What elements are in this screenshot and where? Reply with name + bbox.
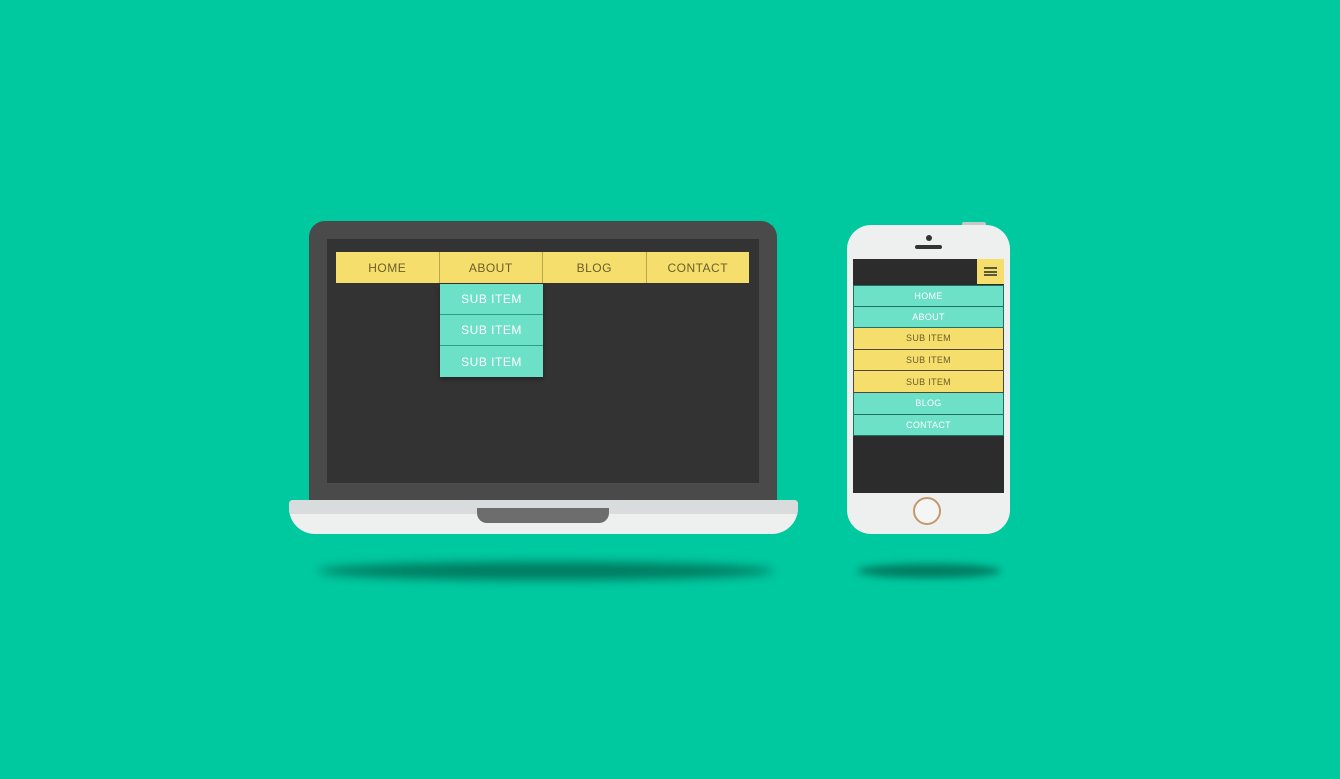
desktop-nav-bar: HOME ABOUT BLOG CONTACT (336, 252, 749, 283)
mobile-nav-about[interactable]: ABOUT (853, 306, 1004, 329)
hamburger-icon[interactable] (977, 259, 1004, 284)
laptop-trackpad-notch (477, 508, 609, 523)
phone-camera-icon (926, 235, 932, 241)
phone-shadow (857, 564, 1001, 578)
phone-speaker-icon (915, 245, 942, 249)
mobile-nav-home[interactable]: HOME (853, 285, 1004, 307)
phone-home-button[interactable] (913, 497, 941, 525)
desktop-nav-blog[interactable]: BLOG (543, 252, 647, 283)
desktop-about-submenu: SUB ITEM SUB ITEM SUB ITEM (440, 284, 543, 377)
mobile-submenu-item[interactable]: SUB ITEM (853, 371, 1004, 393)
hamburger-bars (984, 267, 997, 276)
desktop-nav-about[interactable]: ABOUT (439, 252, 543, 283)
desktop-submenu-item[interactable]: SUB ITEM (440, 346, 543, 377)
mobile-nav-blog[interactable]: BLOG (853, 392, 1004, 415)
laptop-shadow (318, 562, 774, 580)
mobile-nav-contact[interactable]: CONTACT (853, 414, 1004, 437)
mobile-submenu-item[interactable]: SUB ITEM (853, 349, 1004, 372)
desktop-submenu-item[interactable]: SUB ITEM (440, 284, 543, 315)
desktop-submenu-item[interactable]: SUB ITEM (440, 315, 543, 346)
desktop-nav-contact[interactable]: CONTACT (646, 252, 749, 283)
desktop-nav-home[interactable]: HOME (336, 252, 440, 283)
mobile-submenu-item[interactable]: SUB ITEM (853, 328, 1004, 350)
mobile-nav-menu: HOME ABOUT SUB ITEM SUB ITEM SUB ITEM BL… (853, 285, 1004, 437)
laptop-base (289, 500, 798, 534)
